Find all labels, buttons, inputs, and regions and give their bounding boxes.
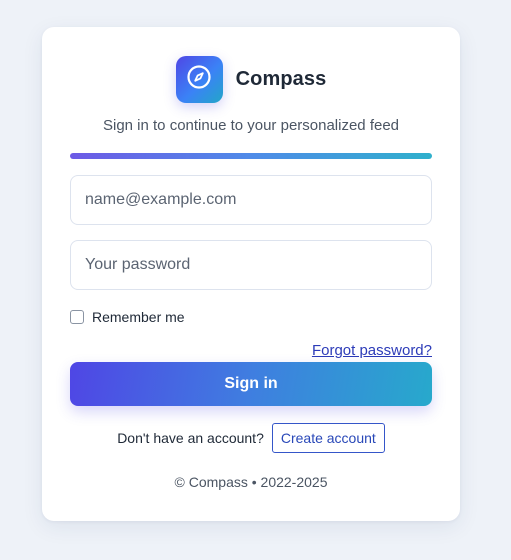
signup-prompt: Don't have an account? bbox=[117, 430, 264, 446]
footer-copyright: © Compass • 2022-2025 bbox=[174, 474, 328, 490]
brand-header: Compass bbox=[42, 55, 460, 103]
password-field[interactable] bbox=[70, 240, 432, 290]
sign-in-label: Sign in bbox=[224, 375, 278, 392]
compass-icon bbox=[186, 64, 212, 95]
remember-me-label: Remember me bbox=[92, 309, 185, 325]
remember-me-checkbox[interactable] bbox=[70, 310, 84, 324]
accent-divider bbox=[70, 153, 432, 159]
signup-row: Don't have an account? Create account bbox=[42, 423, 460, 453]
sign-in-button[interactable]: Sign in bbox=[70, 362, 432, 406]
email-field[interactable] bbox=[70, 175, 432, 225]
create-account-button[interactable]: Create account bbox=[271, 423, 385, 453]
remember-me-row[interactable]: Remember me bbox=[70, 309, 185, 325]
login-card: Compass Sign in to continue to your pers… bbox=[42, 27, 460, 521]
brand-name: Compass bbox=[235, 67, 327, 90]
forgot-password-link[interactable]: Forgot password? bbox=[312, 342, 432, 359]
app-logo bbox=[175, 55, 223, 103]
page-subtitle: Sign in to continue to your personalized… bbox=[102, 117, 400, 134]
